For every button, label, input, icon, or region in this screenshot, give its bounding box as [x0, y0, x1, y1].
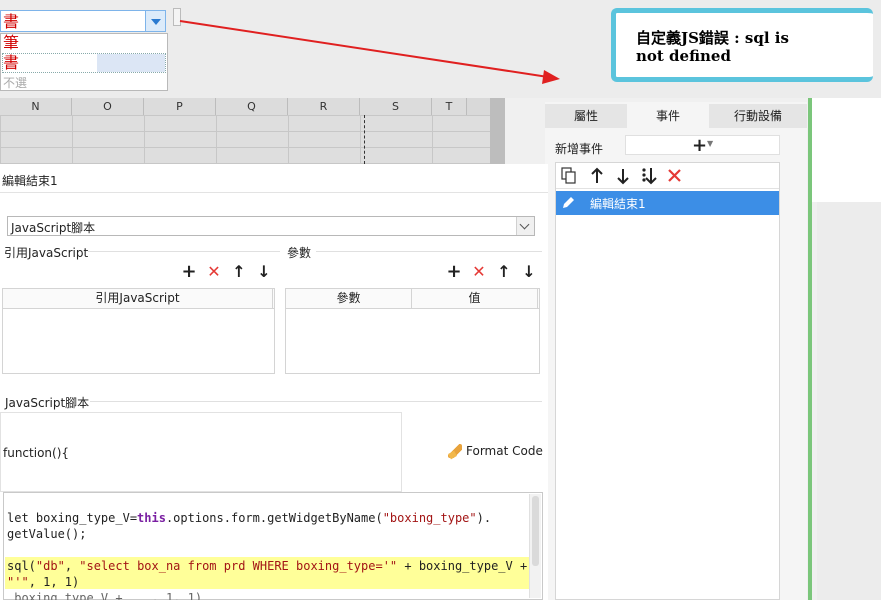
- caret-down-icon: ▼: [707, 139, 714, 148]
- divider: [90, 401, 542, 402]
- plus-icon: +: [692, 135, 708, 156]
- code-token: ).: [476, 511, 492, 525]
- function-signature: function(){: [3, 446, 70, 460]
- code-string: "boxing_type": [382, 511, 477, 525]
- divider: [316, 251, 542, 252]
- sheet-scrollbar[interactable]: [490, 98, 505, 164]
- delete-icon[interactable]: ✕: [206, 264, 222, 280]
- combobox-value: 書: [3, 12, 20, 31]
- event-toolbar: [556, 163, 779, 189]
- selection-outline: [2, 53, 166, 73]
- event-toolbar-icons: [561, 167, 681, 185]
- divider: [88, 251, 280, 252]
- event-item[interactable]: 編輯結束1: [556, 191, 779, 215]
- code-token: sql(: [7, 559, 36, 573]
- arrow-line: [179, 20, 549, 78]
- column-header[interactable]: Q: [216, 98, 288, 115]
- code-string: "select box_na from prd WHERE boxing_typ…: [79, 559, 398, 573]
- arrow-down-icon[interactable]: ↓: [521, 264, 537, 280]
- code-string: "db": [35, 559, 65, 573]
- edit-event-dialog: 編輯結束1 JavaScript腳本 引用JavaScript 參數 + ✕ ↑…: [0, 164, 548, 600]
- tab-mobile[interactable]: 行動設備: [709, 104, 807, 128]
- action-type-select[interactable]: JavaScript腳本: [7, 216, 535, 236]
- code-string: "'": [7, 575, 29, 589]
- arrow-down-icon[interactable]: ↓: [256, 264, 272, 280]
- arrow-up-icon[interactable]: [591, 167, 603, 183]
- panel-tabs: 屬性 事件 行動設備: [545, 104, 807, 128]
- arrow-up-icon[interactable]: ↑: [496, 264, 512, 280]
- code-line: "'", 1, 1): [7, 574, 79, 590]
- event-panel: 屬性 事件 行動設備 新增事件 + ▼ 編輯結束1: [545, 102, 807, 600]
- divider: [0, 192, 548, 193]
- chevron-down-icon[interactable]: [516, 217, 534, 235]
- add-event-label: 新增事件: [555, 142, 604, 156]
- table-header: 參數 值: [286, 289, 539, 309]
- code-token: ,: [64, 559, 80, 573]
- table-header: 引用JavaScript: [3, 289, 274, 309]
- dropdown-option[interactable]: 書: [3, 54, 19, 72]
- add-event-button[interactable]: + ▼: [625, 135, 780, 156]
- select-value: JavaScript腳本: [11, 221, 96, 235]
- dropdown-option-none[interactable]: 不選: [3, 74, 27, 91]
- add-icon[interactable]: +: [446, 263, 462, 281]
- code-line: getValue();: [7, 527, 87, 541]
- format-code-button[interactable]: Format Code: [448, 444, 543, 458]
- column-header[interactable]: O: [72, 98, 144, 115]
- code-line: let boxing_type_V=this.options.form.getW…: [7, 510, 491, 526]
- copy-icon[interactable]: [561, 167, 576, 184]
- error-line: 自定義JS錯誤 : sql is: [636, 29, 789, 47]
- format-code-label: Format Code: [466, 444, 543, 458]
- dialog-title: 編輯結束1: [2, 174, 58, 188]
- delete-icon[interactable]: [668, 169, 681, 182]
- chevron-down-icon[interactable]: [145, 11, 165, 31]
- tab-properties[interactable]: 屬性: [545, 104, 627, 128]
- event-item-label: 編輯結束1: [590, 197, 646, 211]
- delete-icon[interactable]: ✕: [471, 264, 487, 280]
- code-scrollbar[interactable]: [529, 494, 541, 598]
- column-header[interactable]: R: [288, 98, 360, 115]
- page-break-line: [364, 115, 365, 164]
- column-header[interactable]: P: [144, 98, 216, 115]
- code-editor[interactable]: let boxing_type_V=this.options.form.getW…: [3, 492, 543, 600]
- event-list: 編輯結束1: [555, 162, 780, 600]
- arrow-up-icon[interactable]: ↑: [231, 264, 247, 280]
- error-callout: 自定義JS錯誤 : sql is not defined: [611, 8, 873, 82]
- canvas-strip: [812, 98, 881, 202]
- code-token: let boxing_type_V=: [7, 511, 138, 525]
- column-headers: N O P Q R S T: [0, 98, 467, 115]
- params-group-label: 參數: [287, 246, 312, 260]
- code-token: + boxing_type_V +: [397, 559, 528, 573]
- side-handle: [173, 8, 181, 26]
- preview-combobox[interactable]: 書: [0, 10, 166, 32]
- pencil-icon: [563, 197, 574, 208]
- spreadsheet-area: N O P Q R S T: [0, 98, 505, 164]
- tab-events[interactable]: 事件: [627, 104, 709, 128]
- column-header: 值: [412, 289, 538, 309]
- move-bottom-icon[interactable]: [642, 168, 657, 185]
- code-token: , 1, 1): [28, 575, 80, 589]
- broom-icon: [448, 444, 462, 458]
- column-header: 參數: [286, 289, 412, 309]
- arrow-down-icon[interactable]: [617, 169, 629, 185]
- panel-border-accent: [808, 98, 812, 600]
- column-header[interactable]: T: [432, 98, 467, 115]
- code-token: .options.form.getWidgetByName(: [165, 511, 383, 525]
- column-header[interactable]: S: [360, 98, 432, 115]
- code-line: sql("db", "select box_na from prd WHERE …: [7, 558, 527, 574]
- dropdown-option[interactable]: 筆: [3, 34, 19, 52]
- params-table: 參數 值: [285, 288, 540, 374]
- ref-js-group-label: 引用JavaScript: [4, 246, 89, 260]
- sheet-grid[interactable]: [0, 115, 490, 164]
- add-icon[interactable]: +: [181, 263, 197, 281]
- ref-js-table: 引用JavaScript: [2, 288, 275, 374]
- code-keyword: this: [137, 511, 166, 525]
- column-header[interactable]: N: [0, 98, 72, 115]
- code-line-clipped: boxing_type_V + , 1, 1): [7, 591, 203, 600]
- arrow-head: [542, 70, 560, 84]
- error-line: not defined: [636, 47, 731, 65]
- script-group-label: JavaScript腳本: [5, 396, 90, 410]
- column-header: 引用JavaScript: [3, 289, 273, 309]
- combobox-dropdown: 筆 書 不選: [0, 33, 168, 91]
- error-message: 自定義JS錯誤 : sql is not defined: [636, 29, 836, 65]
